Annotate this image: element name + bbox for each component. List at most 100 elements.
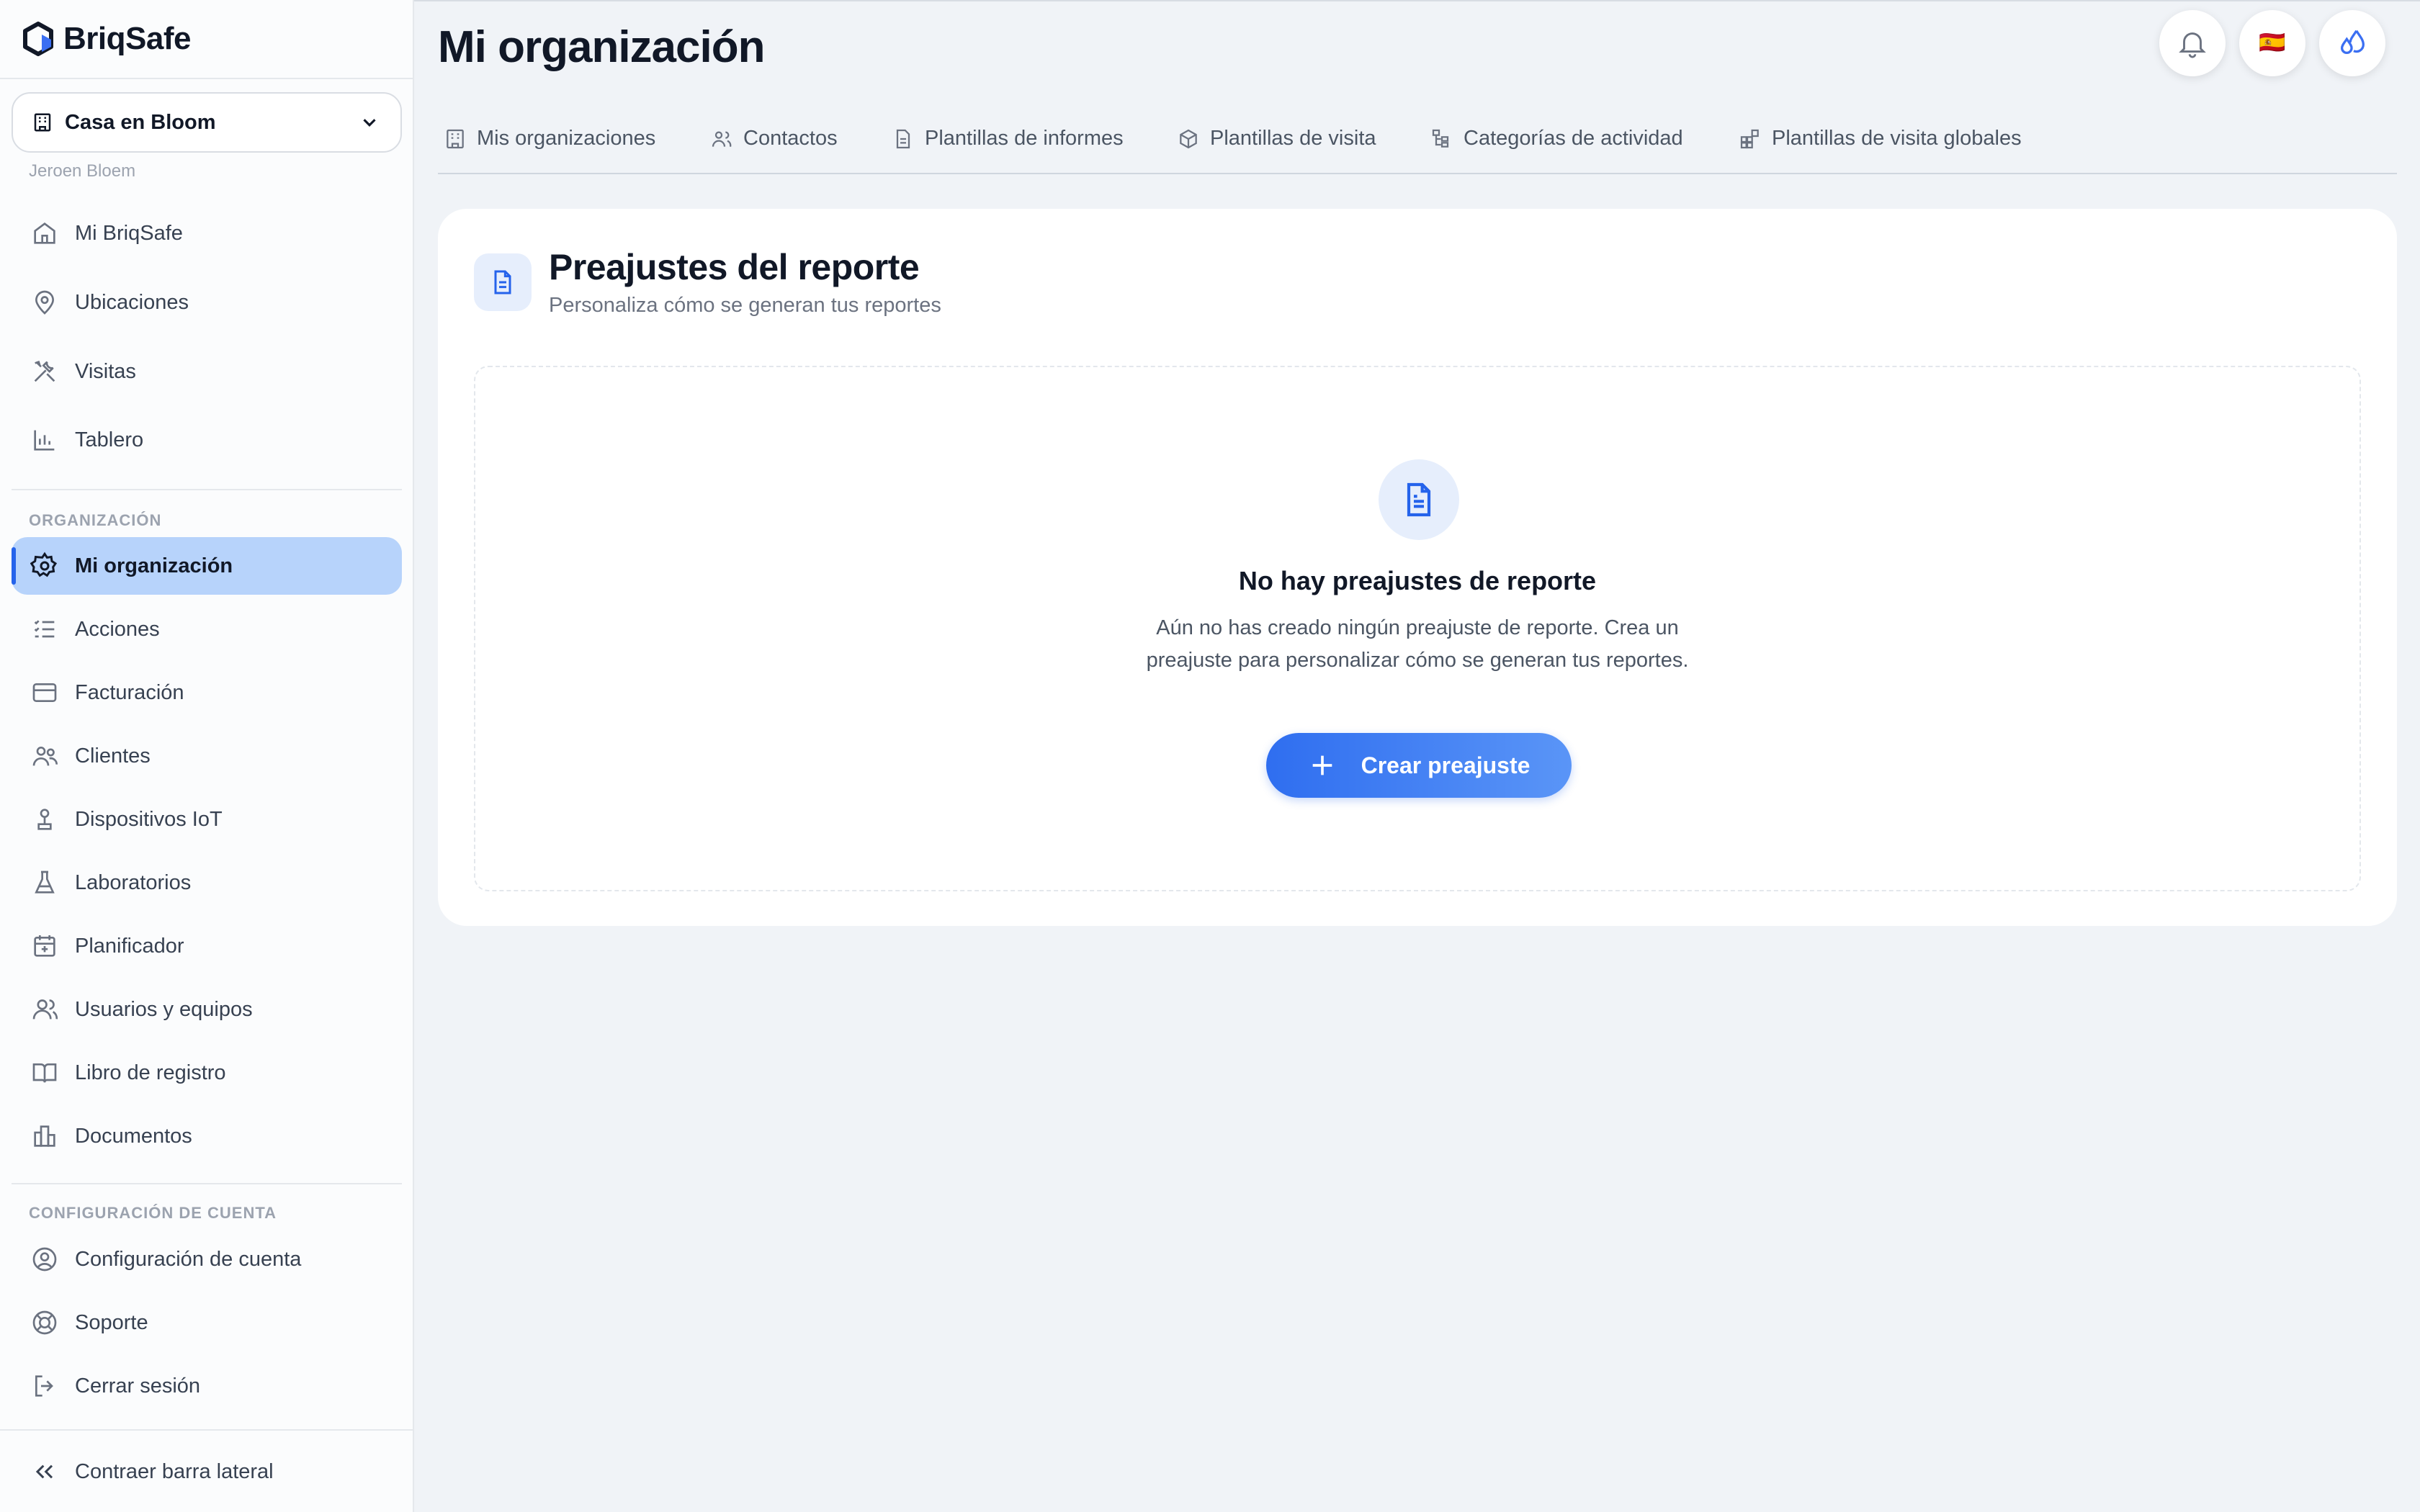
sidebar-item-label: Planificador (75, 934, 184, 958)
sidebar-item-laboratorios[interactable]: Laboratorios (12, 854, 402, 912)
water-drops-icon (2340, 30, 2365, 55)
sidebar-item-mi-briqsafe[interactable]: Mi BriqSafe (12, 204, 402, 262)
tools-icon (34, 360, 55, 382)
sidebar-bottom-divider (0, 1429, 413, 1431)
tab-label: Plantillas de visita globales (1772, 127, 2022, 150)
file-icon (896, 129, 910, 148)
tab-plantillas-de-informes[interactable]: Plantillas de informes (892, 127, 1124, 150)
sensor-icon (37, 809, 52, 830)
logout-icon (35, 1375, 53, 1397)
tab-label: Contactos (743, 127, 838, 150)
sidebar-item-usuarios-y-equipos[interactable]: Usuarios y equipos (12, 981, 402, 1038)
sidebar-item-label: Tablero (75, 428, 144, 451)
sidebar-item-facturacion[interactable]: Facturación (12, 664, 402, 721)
sidebar-item-label: Laboratorios (75, 870, 192, 894)
sidebar-item-libro-de-registro[interactable]: Libro de registro (12, 1044, 402, 1102)
chevron-down-icon (363, 119, 376, 127)
sidebar-item-planificador[interactable]: Planificador (12, 917, 402, 975)
brand-logo[interactable]: BriqSafe (22, 20, 191, 58)
empty-state-description: Aún no has creado ningún preajuste de re… (1146, 616, 1689, 672)
sidebar-item-acciones[interactable]: Acciones (12, 600, 402, 658)
building-icon (34, 113, 51, 132)
flag-es-icon: 🇪🇸 (2259, 31, 2286, 55)
brand-divider (0, 78, 413, 79)
organization-name: Casa en Bloom (65, 110, 216, 134)
bell-icon (2179, 32, 2206, 58)
card-title: Preajustes del reporte (549, 247, 920, 287)
sidebar-item-label: Cerrar sesión (75, 1374, 201, 1398)
chevrons-left-icon (35, 1464, 53, 1479)
tab-categorias-de-actividad[interactable]: Categorías de actividad (1430, 127, 1683, 150)
tab-contactos[interactable]: Contactos (710, 127, 838, 150)
sidebar-item-label: Visitas (75, 359, 136, 383)
list-checks-icon (34, 620, 55, 638)
briqsafe-logo-icon (23, 22, 53, 56)
plus-icon (1312, 755, 1332, 775)
users-icon (712, 131, 732, 147)
sidebar-divider (12, 1183, 402, 1184)
language-button[interactable]: 🇪🇸 (2239, 10, 2305, 76)
empty-state-title: No hay preajustes de reporte (1238, 566, 1597, 595)
book-icon (32, 1063, 57, 1083)
home-icon (34, 222, 55, 244)
page-title: Mi organización (438, 22, 765, 72)
sidebar-item-soporte[interactable]: Soporte (12, 1294, 402, 1351)
current-user-name: Jeroen Bloem (29, 161, 136, 181)
sidebar: BriqSafe Casa en Bloom Jeroen Bloem Mi B… (0, 0, 414, 1512)
sidebar-item-label: Dispositivos IoT (75, 807, 223, 831)
sidebar-item-mi-organizacion[interactable]: Mi organización (12, 537, 402, 595)
sidebar-item-label: Libro de registro (75, 1061, 226, 1084)
sidebar-item-ubicaciones[interactable]: Ubicaciones (12, 274, 402, 331)
document-icon (1407, 482, 1431, 517)
flask-icon (35, 870, 55, 894)
card-header-icon (474, 253, 532, 311)
tree-icon (1432, 129, 1449, 148)
sidebar-item-documentos[interactable]: Documentos (12, 1107, 402, 1165)
grid-plus-icon (1740, 129, 1759, 148)
sidebar-item-label: Facturación (75, 680, 184, 704)
bar-chart-icon (34, 430, 55, 451)
sidebar-item-label: Configuración de cuenta (75, 1247, 302, 1271)
sidebar-item-clientes[interactable]: Clientes (12, 727, 402, 785)
tab-plantillas-de-visita-globales[interactable]: Plantillas de visita globales (1739, 127, 2022, 150)
tab-plantillas-de-visita[interactable]: Plantillas de visita (1177, 127, 1376, 150)
report-presets-card: Preajustes del reporte Personaliza cómo … (438, 209, 2397, 926)
sidebar-item-label: Mi organización (75, 554, 233, 577)
empty-state: No hay preajustes de reporte Aún no has … (474, 366, 2361, 891)
sidebar-item-label: Acciones (75, 617, 160, 641)
user-circle-icon (32, 1247, 57, 1272)
organization-select[interactable]: Casa en Bloom (12, 92, 402, 153)
collapse-sidebar-label: Contraer barra lateral (75, 1459, 274, 1483)
empty-state-icon (1379, 459, 1459, 540)
box-icon (1180, 129, 1197, 148)
building-icon (447, 129, 464, 148)
sidebar-item-configuracion-de-cuenta[interactable]: Configuración de cuenta (12, 1230, 402, 1288)
gear-icon (30, 552, 58, 577)
sidebar-item-dispositivos-iot[interactable]: Dispositivos IoT (12, 791, 402, 848)
tab-label: Categorías de actividad (1464, 127, 1683, 150)
notifications-button[interactable] (2159, 10, 2226, 76)
brand-name: BriqSafe (63, 21, 191, 56)
user-group-icon (32, 999, 58, 1020)
sidebar-item-tablero[interactable]: Tablero (12, 411, 402, 469)
sidebar-item-label: Clientes (75, 744, 151, 768)
organization-tabs: Mis organizaciones Contactos Plantillas … (438, 118, 2397, 174)
section-label-organizacion: ORGANIZACIÓN (29, 511, 162, 529)
collapse-sidebar-button[interactable]: Contraer barra lateral (12, 1443, 402, 1500)
theme-button[interactable] (2319, 10, 2385, 76)
sidebar-item-label: Ubicaciones (75, 290, 189, 314)
create-preset-button[interactable]: Crear preajuste (1266, 733, 1572, 798)
credit-card-icon (32, 683, 57, 702)
tab-mis-organizaciones[interactable]: Mis organizaciones (444, 127, 655, 150)
sidebar-item-label: Mi BriqSafe (75, 221, 183, 245)
document-icon (494, 270, 511, 294)
sidebar-item-visitas[interactable]: Visitas (12, 343, 402, 400)
lifebuoy-icon (32, 1310, 57, 1335)
sidebar-item-label: Soporte (75, 1310, 148, 1334)
calendar-icon (34, 935, 55, 957)
tab-label: Mis organizaciones (477, 127, 656, 150)
create-preset-label: Crear preajuste (1361, 752, 1531, 778)
tab-label: Plantillas de informes (925, 127, 1124, 150)
card-subtitle: Personaliza cómo se generan tus reportes (549, 294, 941, 317)
sidebar-item-cerrar-sesion[interactable]: Cerrar sesión (12, 1357, 402, 1415)
